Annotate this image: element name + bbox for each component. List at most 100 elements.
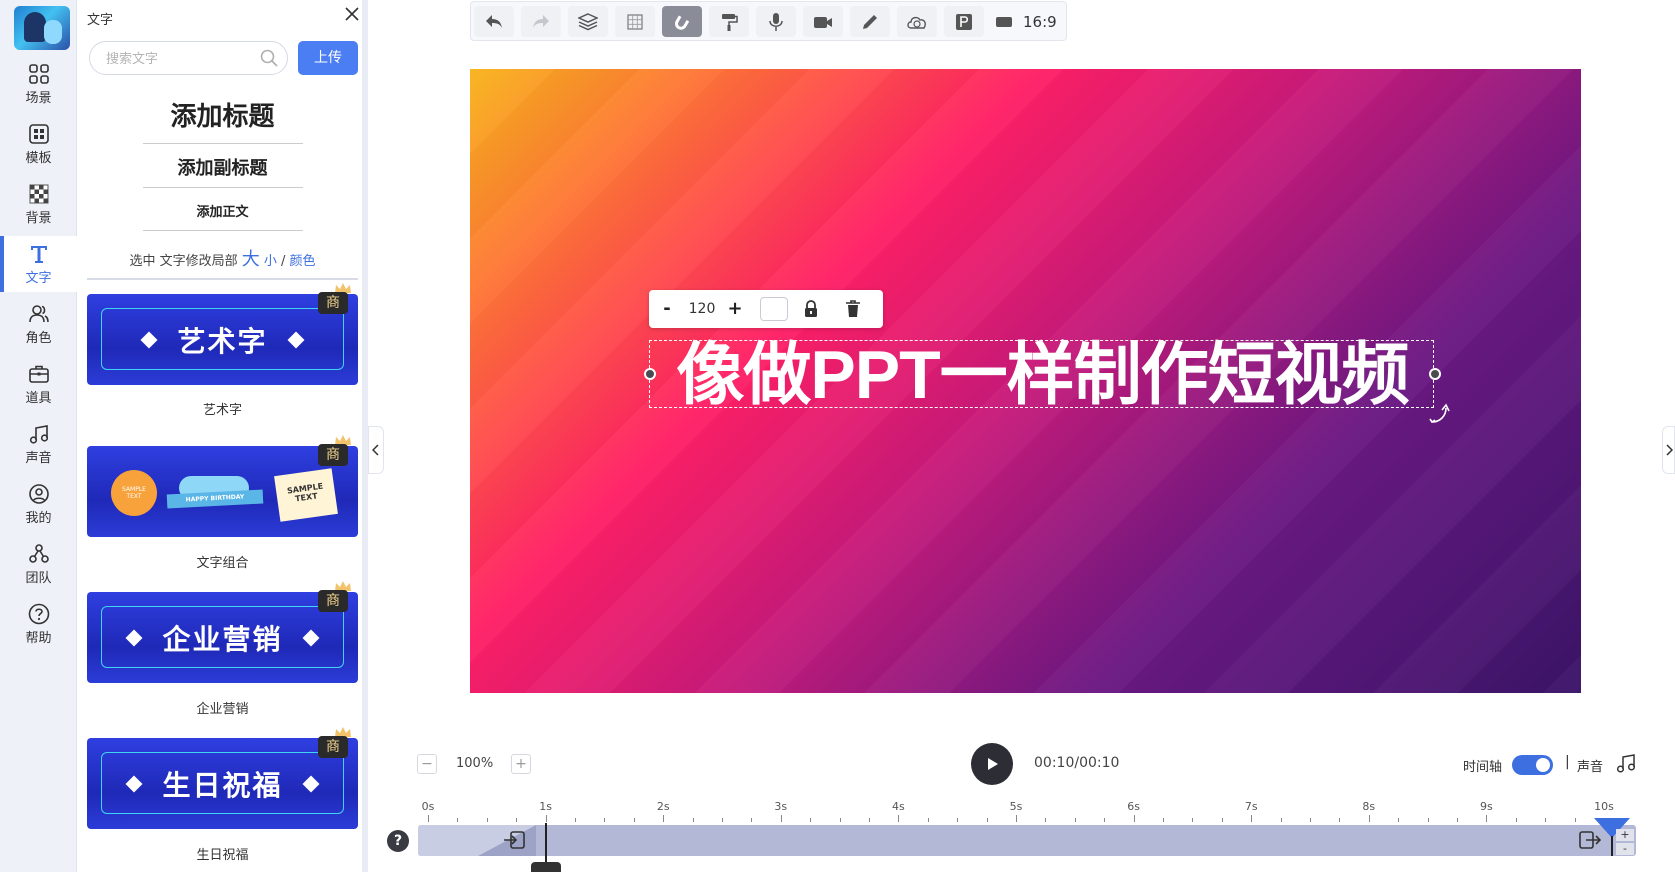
- font-size-input[interactable]: [683, 296, 721, 322]
- sidebar-item-sound[interactable]: 声音: [0, 416, 77, 472]
- time-display: 00:10/00:10: [1034, 755, 1120, 771]
- sidebar-item-template[interactable]: 模板: [0, 116, 77, 172]
- tick-mark: [957, 818, 959, 822]
- rotate-handle[interactable]: [1428, 402, 1452, 426]
- search-input[interactable]: [106, 49, 256, 69]
- tick-label: 1s: [539, 800, 552, 813]
- template-icon: [28, 123, 50, 145]
- track-shrink-button[interactable]: -: [1616, 843, 1634, 855]
- grid-icon: [627, 13, 643, 30]
- tick-label: 6s: [1127, 800, 1140, 813]
- commercial-badge[interactable]: 商: [318, 727, 352, 758]
- timeline-toggle[interactable]: [1512, 755, 1553, 775]
- format-painter-button[interactable]: [709, 6, 749, 37]
- enter-animation-icon[interactable]: [502, 830, 526, 850]
- zoom-out-button[interactable]: −: [417, 754, 437, 774]
- tick-label: 7s: [1244, 800, 1258, 813]
- add-body-button[interactable]: 添加正文: [77, 201, 362, 220]
- sidebar-item-character[interactable]: 角色: [0, 296, 77, 352]
- magnet-button[interactable]: [662, 6, 702, 37]
- search-icon[interactable]: [259, 48, 279, 68]
- timeline-toggle-label: 时间轴: [1463, 760, 1503, 775]
- video-camera-icon: [814, 16, 832, 28]
- redo-button[interactable]: [521, 6, 561, 37]
- note-text: SAMPLE TEXT: [274, 468, 338, 522]
- play-icon: [988, 758, 998, 770]
- sidebar-item-background[interactable]: 背景: [0, 176, 77, 232]
- help-button[interactable]: ?: [387, 830, 409, 852]
- record-voice-button[interactable]: [756, 6, 796, 37]
- lock-button[interactable]: [798, 296, 824, 322]
- search-box: [89, 41, 288, 75]
- font-size-increase-button[interactable]: +: [725, 296, 745, 322]
- commercial-badge[interactable]: 商: [318, 283, 352, 314]
- add-subtitle-button[interactable]: 添加副标题: [77, 154, 362, 180]
- layers-button[interactable]: [568, 6, 608, 37]
- commercial-badge[interactable]: 商: [318, 435, 352, 466]
- record-video-button[interactable]: [803, 6, 843, 37]
- badge-label: 商: [318, 292, 348, 314]
- sidebar-item-text[interactable]: 文字: [0, 236, 77, 292]
- close-icon[interactable]: [341, 4, 362, 26]
- tick-mark: [575, 818, 576, 822]
- sidebar-item-label: 团队: [25, 570, 52, 586]
- badge-label: 商: [318, 444, 348, 466]
- commercial-badge[interactable]: 商: [318, 581, 352, 612]
- tick-label: 9s: [1480, 800, 1493, 813]
- delete-button[interactable]: [840, 296, 866, 322]
- grid-button[interactable]: [615, 6, 655, 37]
- sidebar-item-team[interactable]: 团队: [0, 536, 77, 592]
- card-label: 艺术字: [202, 403, 242, 418]
- collapse-panel-button[interactable]: [368, 426, 384, 474]
- timeline-ruler[interactable]: 0s 1s 2s 3s 4s 5s 6s 7s 8s 9s 10s: [418, 800, 1614, 822]
- bubble-text: SAMPLE TEXT: [122, 486, 146, 500]
- tick-mark: [869, 818, 870, 822]
- undo-button[interactable]: [474, 6, 514, 37]
- ratio-icon: [996, 16, 1012, 27]
- tick-mark: [663, 815, 665, 822]
- microphone-icon: [769, 12, 783, 31]
- music-icon[interactable]: [1615, 752, 1637, 774]
- font-size-decrease-button[interactable]: -: [657, 296, 677, 322]
- text-color-swatch[interactable]: [760, 297, 788, 321]
- sound-label[interactable]: 声音: [1577, 756, 1603, 775]
- expand-right-panel-button[interactable]: [1662, 426, 1675, 474]
- ppt-import-button[interactable]: [944, 6, 984, 37]
- tick-mark: [1074, 818, 1076, 822]
- divider: [143, 187, 303, 188]
- cloud-save-button[interactable]: [897, 6, 937, 37]
- play-button[interactable]: [971, 743, 1013, 785]
- magnet-icon: [675, 15, 690, 30]
- track-expand-button[interactable]: +: [1616, 829, 1634, 841]
- playhead-handle[interactable]: [530, 862, 561, 872]
- card-text: 艺术字: [177, 324, 268, 358]
- tick-mark: [1310, 818, 1311, 822]
- tick-mark: [1368, 815, 1370, 822]
- hint-small: 小: [263, 254, 277, 269]
- tick-mark: [986, 818, 988, 822]
- sidebar-item-mine[interactable]: 我的: [0, 476, 77, 532]
- text-format-toolbar: - +: [649, 290, 883, 328]
- canvas-text-element[interactable]: 像做PPT一样制作短视频: [649, 337, 1434, 413]
- card-label: 企业营销: [196, 702, 249, 717]
- people-icon: [28, 303, 50, 325]
- upload-button[interactable]: 上传: [298, 41, 358, 75]
- redo-icon: [533, 14, 549, 28]
- p-icon: [956, 13, 972, 30]
- resize-handle-left[interactable]: [644, 368, 656, 380]
- tick-mark: [486, 818, 488, 822]
- zoom-in-button[interactable]: +: [511, 754, 531, 774]
- tick-mark: [1457, 818, 1458, 822]
- aspect-ratio-button[interactable]: 16:9: [991, 6, 1065, 37]
- draw-button[interactable]: [850, 6, 890, 37]
- tick-mark: [1545, 818, 1547, 822]
- music-note-icon: [28, 423, 50, 445]
- sidebar-item-scene[interactable]: 场景: [0, 56, 77, 112]
- add-title-button[interactable]: 添加标题: [77, 96, 362, 133]
- timeline-track[interactable]: [418, 825, 1636, 856]
- resize-handle-right[interactable]: [1429, 368, 1441, 380]
- card-label: 文字组合: [196, 556, 249, 571]
- sidebar-item-props[interactable]: 道具: [0, 356, 77, 412]
- card-label: 生日祝福: [196, 848, 249, 863]
- sidebar-item-help[interactable]: 帮助: [0, 596, 77, 652]
